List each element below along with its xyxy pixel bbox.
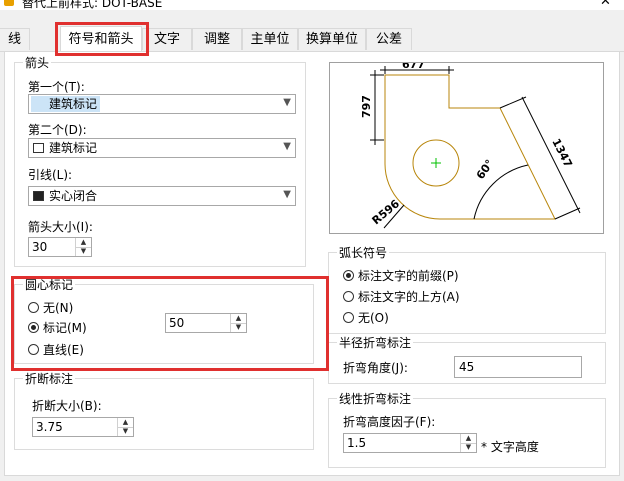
chevron-down-icon: ▼ xyxy=(283,189,291,200)
tab-primary-units[interactable]: 主单位 xyxy=(242,28,298,50)
spin-down-icon[interactable]: ▼ xyxy=(76,247,91,256)
linear-jog-legend: 线性折弯标注 xyxy=(337,390,414,407)
text-height-unit: * 文字高度 xyxy=(481,440,539,454)
spin-down-icon[interactable]: ▼ xyxy=(118,427,133,436)
arc-above-radio[interactable] xyxy=(343,291,354,302)
radius-jog-legend: 半径折弯标注 xyxy=(337,334,414,351)
close-icon[interactable]: ✕ xyxy=(600,0,611,9)
first-arrow-value: 建筑标记 xyxy=(31,96,101,112)
tab-lines[interactable]: 线 xyxy=(0,28,30,50)
dim-top-text: 677 xyxy=(402,63,425,71)
jog-angle-value: 45 xyxy=(459,360,475,374)
break-size-value: 3.75 xyxy=(36,420,63,434)
first-arrow-select[interactable]: 建筑标记 ▼ xyxy=(28,94,296,114)
first-arrow-label: 第一个(T): xyxy=(28,80,85,94)
arc-length-legend: 弧长符号 xyxy=(337,244,390,261)
spinner-buttons: ▲ ▼ xyxy=(460,434,476,452)
second-arrow-value: 建筑标记 xyxy=(49,141,98,155)
arc-none-radio[interactable] xyxy=(343,312,354,323)
dimension-break-group: 折断标注 xyxy=(14,370,314,450)
arc-prefix-label: 标注文字的前缀(P) xyxy=(358,269,459,283)
leader-select[interactable]: 实心闭合 ▼ xyxy=(28,186,296,206)
dim-diag-text: 1347 xyxy=(549,136,574,169)
center-marks-highlight-box xyxy=(11,276,329,371)
preview-area: 677 797 1347 60° R596 xyxy=(329,58,604,234)
jog-height-label: 折弯高度因子(F): xyxy=(343,415,436,429)
spin-down-icon[interactable]: ▼ xyxy=(461,443,476,452)
break-size-spinner[interactable]: 3.75 ▲ ▼ xyxy=(32,417,134,437)
app-icon xyxy=(4,0,14,6)
chevron-down-icon: ▼ xyxy=(283,141,291,152)
second-arrow-label: 第二个(D): xyxy=(28,123,87,137)
jog-height-spinner[interactable]: 1.5 ▲ ▼ xyxy=(343,433,477,453)
arc-above-label: 标注文字的上方(A) xyxy=(358,290,460,304)
jog-height-value: 1.5 xyxy=(347,436,367,450)
tab-text[interactable]: 文字 xyxy=(142,28,192,50)
part-outline xyxy=(384,74,556,220)
arrowheads-legend: 箭头 xyxy=(23,54,52,71)
tab-alternate-units[interactable]: 换算单位 xyxy=(298,28,366,50)
spinner-buttons: ▲ ▼ xyxy=(117,418,133,436)
dimension-break-legend: 折断标注 xyxy=(23,370,76,387)
jog-angle-input[interactable]: 45 xyxy=(454,356,582,378)
spinner-buttons: ▲ ▼ xyxy=(75,238,91,256)
leader-label: 引线(L): xyxy=(28,168,73,182)
dim-angle-text: 60° xyxy=(474,157,497,182)
tab-fit[interactable]: 调整 xyxy=(192,28,242,50)
arc-prefix-radio[interactable] xyxy=(343,270,354,281)
break-size-label: 折断大小(B): xyxy=(32,399,102,413)
dim-left-text: 797 xyxy=(360,95,373,118)
arrow-size-value: 30 xyxy=(32,240,48,254)
dimension-preview-drawing: 677 797 1347 60° R596 xyxy=(360,58,581,229)
chevron-down-icon: ▼ xyxy=(283,97,291,108)
arc-none-label: 无(O) xyxy=(358,311,389,325)
arrow-size-label: 箭头大小(I): xyxy=(28,220,93,234)
leader-value: 实心闭合 xyxy=(49,189,98,203)
tab-tolerances[interactable]: 公差 xyxy=(366,28,412,50)
second-arrow-select[interactable]: 建筑标记 ▼ xyxy=(28,138,296,158)
window-title: 替代上前样式: DOT-BASE xyxy=(22,0,163,10)
arrow-size-spinner[interactable]: 30 ▲ ▼ xyxy=(28,237,92,257)
title-bar: 替代上前样式: DOT-BASE ✕ xyxy=(0,0,624,10)
jog-angle-label: 折弯角度(J): xyxy=(343,361,408,375)
tab-highlight-box xyxy=(55,22,149,56)
